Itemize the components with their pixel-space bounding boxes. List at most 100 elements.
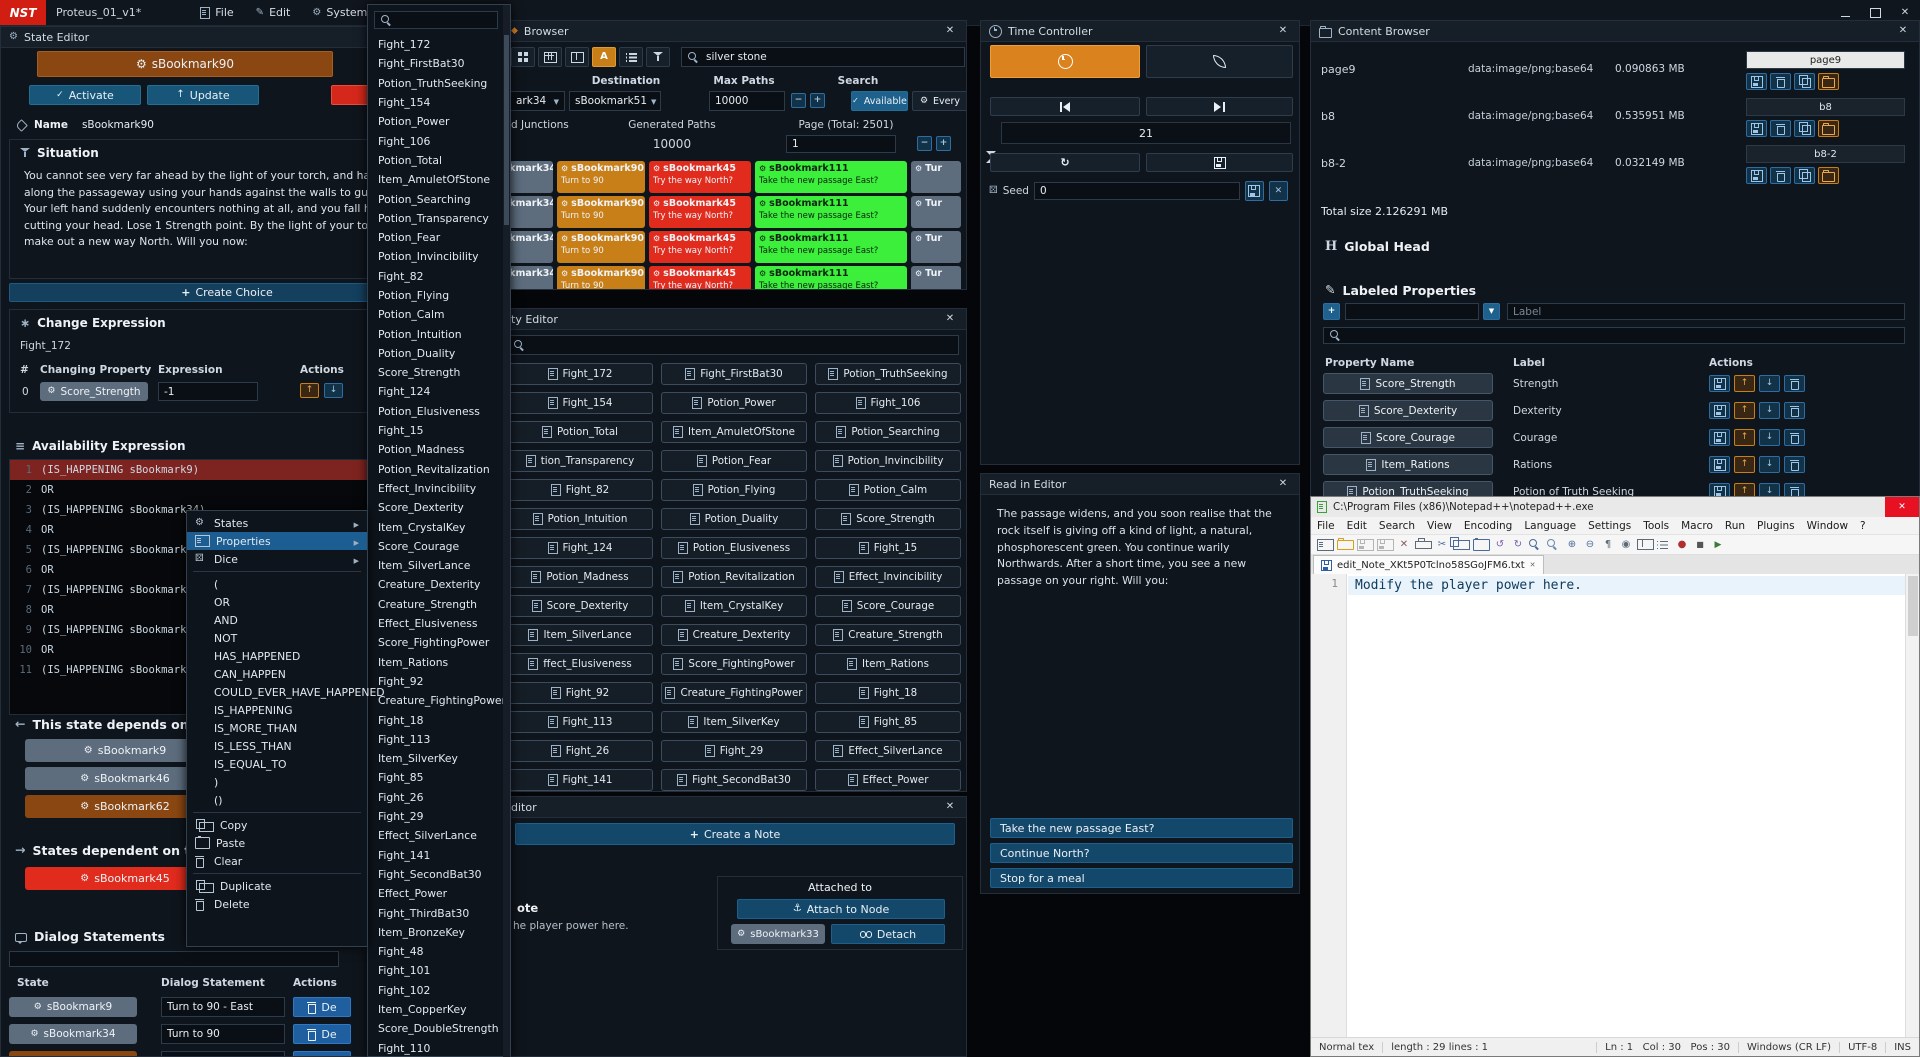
- dropdown-item[interactable]: Item_CrystalKey: [368, 517, 505, 536]
- function-list-icon[interactable]: [1657, 540, 1672, 550]
- context-menu-item[interactable]: [193, 812, 361, 813]
- page-minus-button[interactable]: [917, 136, 932, 151]
- available-toggle[interactable]: Available: [851, 91, 908, 111]
- label-input[interactable]: [1507, 303, 1905, 320]
- notepad-menu-item[interactable]: View: [1421, 520, 1458, 532]
- dropdown-item[interactable]: Effect_Power: [368, 884, 505, 903]
- notepad-menu-item[interactable]: Macro: [1675, 520, 1719, 532]
- context-menu-item[interactable]: OR: [187, 593, 367, 611]
- time-slider[interactable]: 21: [1001, 122, 1291, 144]
- dropdown-item[interactable]: Score_Dexterity: [368, 498, 505, 517]
- property-chip[interactable]: Potion_Fear: [661, 450, 807, 472]
- notepad-titlebar[interactable]: C:\Program Files (x86)\Notepad++\notepad…: [1311, 497, 1919, 517]
- property-chip[interactable]: Fight_113: [507, 711, 653, 733]
- property-chip[interactable]: Fight_15: [815, 537, 961, 559]
- note-text[interactable]: he player power here.: [513, 920, 629, 932]
- show-all-chars-icon[interactable]: [1619, 540, 1634, 550]
- dropdown-item[interactable]: Item_SilverKey: [368, 749, 505, 768]
- dropdown-item[interactable]: Fight_SecondBat30: [368, 865, 505, 884]
- move-expression-down-button[interactable]: [324, 383, 343, 398]
- scrollbar-thumb[interactable]: [1908, 576, 1918, 636]
- context-menu-item[interactable]: Duplicate: [187, 877, 367, 895]
- notepad-menu-item[interactable]: Plugins: [1751, 520, 1801, 532]
- dropdown-item[interactable]: Potion_Madness: [368, 440, 505, 459]
- page-plus-button[interactable]: [936, 136, 951, 151]
- dropdown-item[interactable]: Fight_18: [368, 710, 505, 729]
- document-map-icon[interactable]: [1637, 539, 1654, 550]
- attach-to-node-button[interactable]: Attach to Node: [737, 899, 945, 919]
- path-chip[interactable]: sBookmark90 Turn to 90: [557, 266, 645, 290]
- path-chip[interactable]: Tur: [911, 231, 961, 263]
- dropdown-item[interactable]: Effect_SilverLance: [368, 826, 505, 845]
- dropdown-item[interactable]: Fight_ThirdBat30: [368, 903, 505, 922]
- dropdown-item[interactable]: Item_SilverLance: [368, 556, 505, 575]
- dropdown-item[interactable]: Fight_101: [368, 961, 505, 980]
- columns-view-button[interactable]: [565, 47, 589, 67]
- move-up-button[interactable]: [1734, 375, 1755, 392]
- content-browser-close-button[interactable]: [1895, 23, 1911, 39]
- new-file-icon[interactable]: [1317, 539, 1334, 551]
- dropdown-item[interactable]: Fight_113: [368, 730, 505, 749]
- notepad-menu-item[interactable]: ?: [1854, 520, 1872, 532]
- delete-label-button[interactable]: [1784, 429, 1805, 446]
- notepad-menu-item[interactable]: Search: [1373, 520, 1421, 532]
- duplicate-content-button[interactable]: [1794, 167, 1815, 184]
- labeled-property-label[interactable]: Courage: [1513, 432, 1557, 444]
- save-label-button[interactable]: [1709, 429, 1730, 446]
- dropdown-item[interactable]: Potion_Duality: [368, 344, 505, 363]
- duplicate-content-button[interactable]: [1794, 120, 1815, 137]
- paste-icon[interactable]: [1473, 539, 1490, 551]
- delete-label-button[interactable]: [1784, 402, 1805, 419]
- dropdown-item[interactable]: Fight_29: [368, 807, 505, 826]
- dropdown-item[interactable]: Potion_Searching: [368, 189, 505, 208]
- context-menu-item[interactable]: AND: [187, 611, 367, 629]
- move-down-button[interactable]: [1759, 456, 1780, 473]
- notepad-menu-item[interactable]: Encoding: [1458, 520, 1518, 532]
- property-chip[interactable]: Fight_29: [661, 740, 807, 762]
- tab-close-icon[interactable]: [1530, 562, 1536, 569]
- find-icon[interactable]: [1529, 539, 1544, 550]
- nature-mode-button[interactable]: [1146, 45, 1293, 78]
- save-seed-button[interactable]: [1245, 181, 1264, 201]
- note-editor-close-button[interactable]: [942, 799, 958, 815]
- zoom-out-icon[interactable]: [1583, 540, 1598, 550]
- dropdown-item[interactable]: Item_CopperKey: [368, 1000, 505, 1019]
- context-menu-item[interactable]: [193, 571, 361, 572]
- property-chip[interactable]: Fight_154: [507, 392, 653, 414]
- context-menu-item[interactable]: (): [187, 791, 367, 809]
- dropdown-item[interactable]: Score_FightingPower: [368, 633, 505, 652]
- open-folder-button[interactable]: [1818, 73, 1839, 90]
- property-chip[interactable]: Item_SilverLance: [507, 624, 653, 646]
- dropdown-item[interactable]: Potion_Power: [368, 112, 505, 131]
- editor-text[interactable]: Modify the player power here.: [1355, 578, 1582, 593]
- save-label-button[interactable]: [1709, 456, 1730, 473]
- notepad-menu-item[interactable]: Edit: [1341, 520, 1373, 532]
- choice-button[interactable]: Continue North?: [990, 843, 1293, 863]
- save-label-button[interactable]: [1709, 402, 1730, 419]
- add-label-button[interactable]: [1323, 303, 1340, 320]
- path-chip[interactable]: sBookmark45 Try the way North?: [649, 231, 751, 263]
- dropdown-item[interactable]: Fight_124: [368, 382, 505, 401]
- dropdown-item[interactable]: Creature_FightingPower: [368, 691, 505, 710]
- move-down-button[interactable]: [1759, 375, 1780, 392]
- open-folder-button[interactable]: [1818, 120, 1839, 137]
- dropdown-item[interactable]: Potion_Calm: [368, 305, 505, 324]
- labeled-property-chip[interactable]: Score_Dexterity: [1323, 400, 1493, 421]
- selected-change-property[interactable]: Fight_172: [20, 340, 71, 352]
- labeled-property-label[interactable]: Dexterity: [1513, 405, 1562, 417]
- property-chip[interactable]: Score_FightingPower: [661, 653, 807, 675]
- property-chip[interactable]: Potion_Revitalization: [661, 566, 807, 588]
- clear-seed-button[interactable]: [1269, 181, 1288, 201]
- notepad-close-button[interactable]: [1885, 497, 1919, 517]
- path-chip[interactable]: Tur: [911, 196, 961, 228]
- dropdown-item[interactable]: Effect_Elusiveness: [368, 614, 505, 633]
- delete-content-button[interactable]: [1770, 167, 1791, 184]
- save-content-button[interactable]: [1746, 120, 1767, 137]
- notepad-menu-item[interactable]: Language: [1518, 520, 1582, 532]
- context-menu-item[interactable]: Copy: [187, 816, 367, 834]
- property-chip[interactable]: Creature_Dexterity: [661, 624, 807, 646]
- create-note-button[interactable]: Create a Note: [515, 823, 955, 845]
- dropdown-item[interactable]: Fight_110: [368, 1038, 505, 1057]
- property-chip[interactable]: Item_AmuletOfStone: [661, 421, 807, 443]
- property-chip[interactable]: Score_Courage: [815, 595, 961, 617]
